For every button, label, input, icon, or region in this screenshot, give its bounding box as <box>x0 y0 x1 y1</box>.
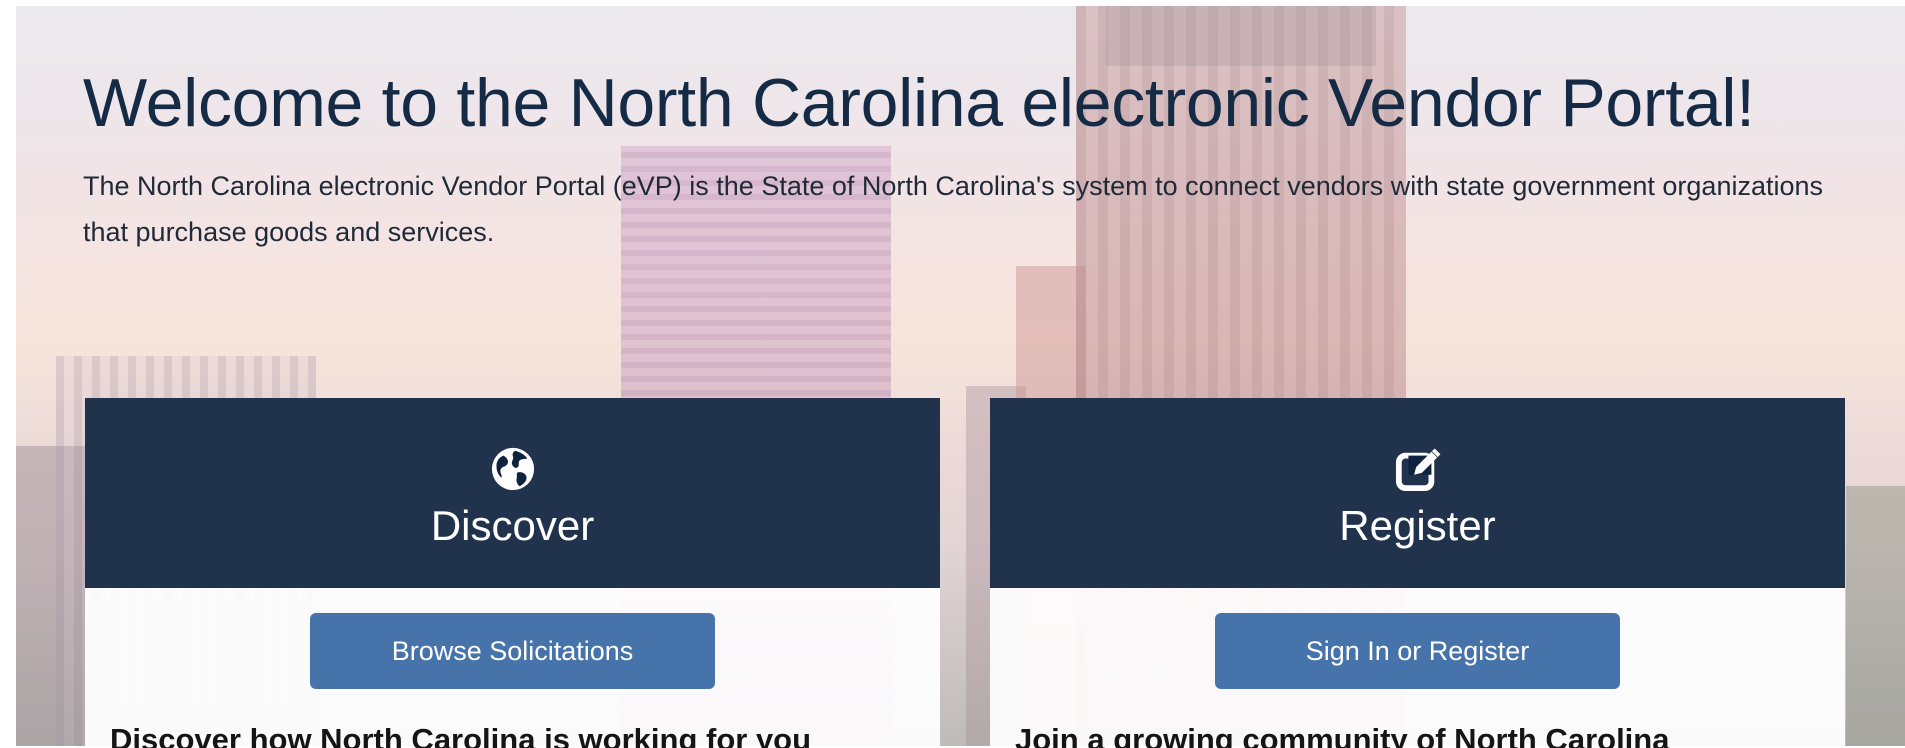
globe-icon <box>491 447 534 491</box>
discover-card: Discover Browse Solicitations Discover h… <box>85 398 940 748</box>
sign-in-register-button[interactable]: Sign In or Register <box>1215 613 1620 689</box>
page-title: Welcome to the North Carolina electronic… <box>83 65 1755 141</box>
register-card-subheading: Join a growing community of North Caroli… <box>1015 722 1670 748</box>
browse-solicitations-button[interactable]: Browse Solicitations <box>310 613 715 689</box>
edit-square-icon <box>1395 448 1440 492</box>
discover-card-title: Discover <box>430 502 595 549</box>
discover-card-subheading: Discover how North Carolina is working f… <box>110 722 812 748</box>
register-card: Register Sign In or Register Join a grow… <box>990 398 1845 748</box>
register-card-title: Register <box>1339 502 1496 549</box>
register-card-header: Register <box>990 398 1845 588</box>
discover-card-header: Discover <box>85 398 940 588</box>
intro-text: The North Carolina electronic Vendor Por… <box>83 171 1824 247</box>
